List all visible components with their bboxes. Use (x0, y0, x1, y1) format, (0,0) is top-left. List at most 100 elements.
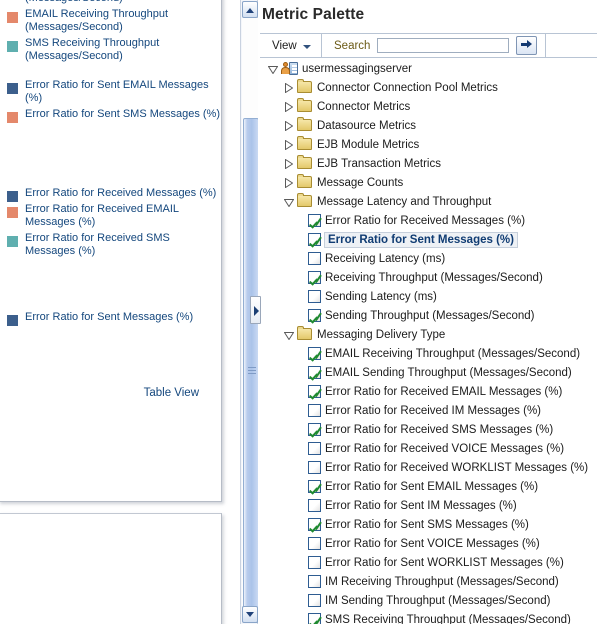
tree-metric-item[interactable]: Sending Latency (ms) (260, 287, 597, 306)
metric-checkbox-unchecked[interactable] (308, 499, 321, 512)
metric-checkbox-unchecked[interactable] (308, 404, 321, 417)
tree-node-label: EJB Module Metrics (317, 138, 420, 151)
chart-legend-column: (Messages/Second)SMS Sending Throughput … (0, 0, 233, 624)
legend-color-swatch-icon (7, 207, 18, 218)
triangle-right-icon[interactable] (282, 119, 295, 132)
metric-checkbox-checked[interactable] (308, 309, 321, 322)
metric-palette-pane: Metric Palette View Search usermessaging… (258, 0, 597, 624)
metric-checkbox-checked[interactable] (308, 613, 321, 624)
tree-folder-node[interactable]: Message Latency and Throughput (260, 192, 597, 211)
legend-group: Error Ratio for Sent Messages (%) (6, 311, 221, 327)
tree-metric-item[interactable]: Error Ratio for Received EMAIL Messages … (260, 382, 597, 401)
tree-node-label: usermessagingserver (302, 62, 412, 75)
tree-metric-item[interactable]: Error Ratio for Sent EMAIL Messages (%) (260, 477, 597, 496)
tree-metric-item[interactable]: EMAIL Sending Throughput (Messages/Secon… (260, 363, 597, 382)
tree-metric-item[interactable]: Receiving Latency (ms) (260, 249, 597, 268)
legend-item-label: Error Ratio for Received Messages (%) (25, 187, 217, 199)
selection-highlight: Error Ratio for Sent Messages (%) (324, 231, 518, 248)
metric-checkbox-unchecked[interactable] (308, 537, 321, 550)
metric-checkbox-checked[interactable] (308, 366, 321, 379)
triangle-right-icon[interactable] (282, 81, 295, 94)
view-menu-button[interactable]: View (260, 34, 322, 57)
triangle-down-icon[interactable] (282, 195, 295, 208)
tree-metric-item[interactable]: Error Ratio for Received IM Messages (%) (260, 401, 597, 420)
tree-metric-item[interactable]: IM Receiving Throughput (Messages/Second… (260, 572, 597, 591)
scrollbar-thumb[interactable] (243, 118, 259, 623)
tree-node-label: Message Latency and Throughput (317, 195, 492, 208)
triangle-right-icon[interactable] (282, 176, 295, 189)
tree-metric-item[interactable]: Error Ratio for Sent Messages (%) (260, 230, 597, 249)
tree-node-label: Error Ratio for Sent Messages (%) (328, 233, 514, 246)
tree-folder-node[interactable]: Connector Connection Pool Metrics (260, 78, 597, 97)
metric-palette-screen: (Messages/Second)SMS Sending Throughput … (0, 0, 597, 624)
table-view-link[interactable]: Table View (144, 387, 199, 399)
metric-checkbox-checked[interactable] (308, 385, 321, 398)
search-block: Search (324, 34, 547, 57)
metric-checkbox-unchecked[interactable] (308, 461, 321, 474)
legend-item: Error Ratio for Sent SMS Messages (%) (6, 108, 221, 123)
tree-node-label: EMAIL Sending Throughput (Messages/Secon… (325, 366, 572, 379)
tree-node-label: Connector Connection Pool Metrics (317, 81, 498, 94)
tree-metric-item[interactable]: Error Ratio for Sent IM Messages (%) (260, 496, 597, 515)
tree-node-label: IM Receiving Throughput (Messages/Second… (325, 575, 559, 588)
tree-folder-node[interactable]: Connector Metrics (260, 97, 597, 116)
tree-metric-item[interactable]: Error Ratio for Received VOICE Messages … (260, 439, 597, 458)
metric-checkbox-checked[interactable] (308, 233, 321, 246)
triangle-right-icon[interactable] (282, 138, 295, 151)
tree-folder-node[interactable]: EJB Transaction Metrics (260, 154, 597, 173)
tree-folder-node[interactable]: Messaging Delivery Type (260, 325, 597, 344)
metric-checkbox-checked[interactable] (308, 518, 321, 531)
search-input[interactable] (377, 38, 510, 53)
metric-checkbox-unchecked[interactable] (308, 556, 321, 569)
tree-metric-item[interactable]: Sending Throughput (Messages/Second) (260, 306, 597, 325)
metric-checkbox-unchecked[interactable] (308, 594, 321, 607)
metric-checkbox-checked[interactable] (308, 271, 321, 284)
scroll-down-button[interactable] (242, 606, 258, 623)
tree-metric-item[interactable]: Error Ratio for Received WORKLIST Messag… (260, 458, 597, 477)
tree-metric-item[interactable]: IM Sending Throughput (Messages/Second) (260, 591, 597, 610)
tree-metric-item[interactable]: Receiving Throughput (Messages/Second) (260, 268, 597, 287)
triangle-right-icon[interactable] (282, 100, 295, 113)
tree-metric-item[interactable]: Error Ratio for Received Messages (%) (260, 211, 597, 230)
folder-icon (297, 79, 313, 94)
tree-node-label: Error Ratio for Sent IM Messages (%) (325, 499, 517, 512)
metric-checkbox-unchecked[interactable] (308, 290, 321, 303)
legend-item-label: Error Ratio for Sent EMAIL Messages (%) (25, 79, 209, 104)
triangle-down-icon[interactable] (266, 62, 279, 75)
metric-tree[interactable]: usermessagingserver Connector Connection … (260, 59, 597, 624)
tree-node-label: Error Ratio for Received EMAIL Messages … (325, 385, 563, 398)
metric-checkbox-checked[interactable] (308, 347, 321, 360)
tree-metric-item[interactable]: Error Ratio for Sent VOICE Messages (%) (260, 534, 597, 553)
tree-metric-item[interactable]: Error Ratio for Received SMS Messages (%… (260, 420, 597, 439)
tree-node-label: Error Ratio for Sent VOICE Messages (%) (325, 537, 540, 550)
metric-checkbox-unchecked[interactable] (308, 252, 321, 265)
view-menu-label: View (272, 39, 297, 52)
triangle-right-icon[interactable] (282, 157, 295, 170)
secondary-chart-panel (0, 513, 222, 624)
splitter-collapse-button[interactable] (250, 296, 261, 324)
metric-checkbox-checked[interactable] (308, 423, 321, 436)
tree-node-label: Error Ratio for Received Messages (%) (325, 214, 526, 227)
legend-item: Receiving Throughput (Messages/Second) (6, 0, 221, 5)
tree-metric-item[interactable]: EMAIL Receiving Throughput (Messages/Sec… (260, 344, 597, 363)
tree-folder-node[interactable]: EJB Module Metrics (260, 135, 597, 154)
tree-metric-item[interactable]: SMS Receiving Throughput (Messages/Secon… (260, 610, 597, 624)
chevron-down-icon (246, 611, 254, 617)
search-go-button[interactable] (516, 36, 538, 55)
metric-checkbox-checked[interactable] (308, 480, 321, 493)
tree-folder-node[interactable]: Message Counts (260, 173, 597, 192)
metric-checkbox-unchecked[interactable] (308, 442, 321, 455)
tree-root-node[interactable]: usermessagingserver (260, 59, 597, 78)
tree-folder-node[interactable]: Datasource Metrics (260, 116, 597, 135)
tree-node-label: Receiving Throughput (Messages/Second) (325, 271, 543, 284)
tree-metric-item[interactable]: Error Ratio for Sent WORKLIST Messages (… (260, 553, 597, 572)
folder-icon (297, 136, 313, 151)
scroll-up-button[interactable] (242, 1, 258, 18)
tree-node-label: Datasource Metrics (317, 119, 417, 132)
triangle-down-icon[interactable] (282, 328, 295, 341)
metric-checkbox-checked[interactable] (308, 214, 321, 227)
legend-color-swatch-icon (7, 12, 18, 23)
tree-metric-item[interactable]: Error Ratio for Sent SMS Messages (%) (260, 515, 597, 534)
chevron-up-icon (246, 7, 254, 13)
metric-checkbox-unchecked[interactable] (308, 575, 321, 588)
